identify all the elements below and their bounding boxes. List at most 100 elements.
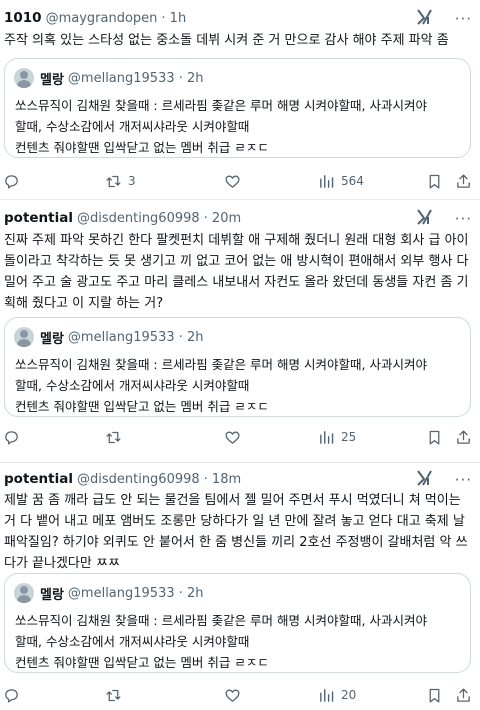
retweet-count: 3 — [128, 174, 136, 188]
quoted-author-handle: @mellang19533 · 2h — [67, 585, 204, 601]
views-icon — [320, 430, 334, 444]
author-name[interactable]: potential — [4, 210, 73, 226]
share-icon — [457, 429, 470, 444]
quoted-author-name: 멜랑 — [40, 587, 64, 603]
grok-icon[interactable] — [416, 469, 434, 487]
reply-button[interactable] — [3, 171, 26, 191]
retweet-icon — [106, 431, 121, 443]
action-bar: 20 — [0, 685, 480, 705]
tweet-text-line: 돌이라고 착각하는 듯 못 생기고 끼 없고 코어 없는 애 방시혁이 편애해서… — [4, 254, 469, 269]
tweet-time[interactable]: · 18m — [204, 472, 241, 487]
tweet-text-line: 제발 꿈 좀 깨라 급도 안 되는 물건을 팀에서 젤 밀어 주면서 푸시 먹였… — [4, 493, 461, 508]
quoted-tweet[interactable]: 멜랑 @mellang19533 · 2h 쏘스뮤직이 김채원 찾을때 : 르세… — [4, 317, 471, 417]
retweet-button[interactable] — [105, 427, 128, 447]
tweet-2[interactable]: potential @disdenting60998 · 20m ··· 진짜 … — [0, 200, 480, 461]
tweet-1[interactable]: 1010 @maygrandopen · 1h ··· 주작 의혹 있는 스타성… — [0, 0, 480, 197]
views-count: 564 — [341, 174, 364, 188]
author-handle[interactable]: @maygrandopen — [46, 11, 158, 26]
quoted-tweet-text: 쏘스뮤직이 김채원 찾을때 : 르세라핌 좆같은 루머 해명 시켜야할때, 사과… — [15, 95, 465, 158]
views-icon — [320, 688, 334, 702]
more-options-icon[interactable]: ··· — [455, 473, 472, 488]
reply-button[interactable] — [3, 427, 26, 447]
retweet-button[interactable]: 3 — [105, 171, 136, 191]
avatar[interactable] — [14, 68, 34, 88]
quoted-tweet-text: 쏘스뮤직이 김채원 찾을때 : 르세라핌 좆같은 루머 해명 시켜야할때, 사과… — [15, 610, 465, 673]
tweet-text-line: 밀어 주고 술 광고도 주고 마리 클레스 내보내서 자컨도 올라 왔던데 동생… — [4, 275, 469, 290]
tweet-header: 1010 @maygrandopen · 1h — [4, 10, 186, 30]
share-icon — [457, 173, 470, 188]
tweet-text-line: 패악질임? 하기야 외퀴도 안 붙어서 한 줌 병신들 끼리 2호선 주정뱅이 … — [4, 535, 468, 550]
views-button[interactable]: 20 — [318, 685, 356, 705]
quoted-text-line: 컨텐츠 줘야할땐 입싹닫고 없는 멤버 취급 ㄹㅈㄷ — [15, 399, 269, 414]
bookmark-button[interactable] — [426, 427, 443, 447]
quoted-tweet[interactable]: 멜랑 @mellang19533 · 2h 쏘스뮤직이 김채원 찾을때 : 르세… — [4, 58, 471, 158]
quoted-tweet[interactable]: 멜랑 @mellang19533 · 2h 쏘스뮤직이 김채원 찾을때 : 르세… — [4, 573, 471, 673]
quoted-author-name: 멜랑 — [40, 331, 64, 347]
more-options-icon[interactable]: ··· — [455, 12, 472, 27]
quoted-tweet-header: 멜랑 @mellang19533 · 2h — [14, 68, 204, 88]
share-button[interactable] — [455, 171, 472, 191]
share-button[interactable] — [455, 427, 472, 447]
share-icon — [457, 687, 470, 702]
tweet-3[interactable]: potential @disdenting60998 · 18m ··· 제발 … — [0, 463, 480, 710]
author-name[interactable]: potential — [4, 471, 73, 487]
reply-button[interactable] — [3, 685, 26, 705]
grok-icon[interactable] — [416, 208, 434, 226]
quoted-author-name: 멜랑 — [40, 72, 64, 88]
quoted-text-line: 쏘스뮤직이 김채원 찾을때 : 르세라핌 좆같은 루머 해명 시켜야할때, 사과… — [15, 357, 427, 372]
tweet-header: potential @disdenting60998 · 20m — [4, 210, 241, 230]
bookmark-button[interactable] — [426, 685, 443, 705]
bookmark-button[interactable] — [426, 171, 443, 191]
tweet-time[interactable]: · 1h — [161, 11, 186, 26]
author-handle[interactable]: @disdenting60998 — [77, 211, 200, 226]
like-button[interactable] — [224, 171, 247, 191]
heart-icon — [225, 689, 240, 702]
quoted-author-handle: @mellang19533 · 2h — [67, 329, 204, 345]
tweet-text-line: 다가 끝나겠다만 ㅉㅉ — [4, 556, 120, 571]
tweet-text-line: 획해 줬다고 이 지랄 하는 거? — [4, 296, 164, 311]
retweet-icon — [106, 689, 121, 701]
tweet-text-line: 거 다 뱉어 내고 메포 앰버도 조롱만 당하다가 일 년 만에 잘려 놓고 얻… — [4, 514, 465, 529]
tweet-time[interactable]: · 20m — [204, 211, 241, 226]
more-options-icon[interactable]: ··· — [455, 212, 472, 227]
reply-icon — [5, 688, 18, 703]
quoted-text-line: 쏘스뮤직이 김채원 찾을때 : 르세라핌 좆같은 루머 해명 시켜야할때, 사과… — [15, 98, 427, 113]
quoted-text-line: 쏘스뮤직이 김채원 찾을때 : 르세라핌 좆같은 루머 해명 시켜야할때, 사과… — [15, 613, 427, 628]
quoted-text-line: 할때, 수상소감에서 개저씨샤라웃 시켜야할때 — [15, 378, 250, 393]
tweet-text-line: 진짜 주제 파악 못하긴 한다 팔켓펀치 데뷔할 애 구제해 줬더니 원래 대형… — [4, 233, 469, 248]
action-bar: 25 — [0, 427, 480, 447]
reply-icon — [5, 174, 18, 189]
author-name[interactable]: 1010 — [4, 10, 42, 26]
share-button[interactable] — [455, 685, 472, 705]
tweet-text: 진짜 주제 파악 못하긴 한다 팔켓펀치 데뷔할 애 구제해 줬더니 원래 대형… — [4, 230, 474, 314]
quoted-tweet-header: 멜랑 @mellang19533 · 2h — [14, 327, 204, 347]
tweet-text: 주작 의혹 있는 스타성 없는 중소돌 데뷔 시켜 준 거 만으로 감사 해야 … — [4, 30, 474, 51]
like-button[interactable] — [224, 685, 247, 705]
retweet-button[interactable] — [105, 685, 128, 705]
quoted-text-line: 컨텐츠 줘야할땐 입싹닫고 없는 멤버 취급 ㄹㅈㄷ — [15, 655, 269, 670]
retweet-icon — [106, 175, 121, 187]
action-bar: 3 564 — [0, 171, 480, 191]
quoted-author-handle: @mellang19533 · 2h — [67, 70, 204, 86]
tweet-header: potential @disdenting60998 · 18m — [4, 471, 241, 491]
tweet-text: 제발 꿈 좀 깨라 급도 안 되는 물건을 팀에서 젤 밀어 주면서 푸시 먹였… — [4, 490, 474, 574]
bookmark-icon — [429, 174, 440, 189]
reply-icon — [5, 430, 18, 445]
quoted-tweet-text: 쏘스뮤직이 김채원 찾을때 : 르세라핌 좆같은 루머 해명 시켜야할때, 사과… — [15, 354, 465, 417]
quoted-text-line: 할때, 수상소감에서 개저씨샤라웃 시켜야할때 — [15, 634, 250, 649]
heart-icon — [225, 431, 240, 444]
bookmark-icon — [429, 688, 440, 703]
heart-icon — [225, 175, 240, 188]
views-button[interactable]: 25 — [318, 427, 356, 447]
quoted-text-line: 컨텐츠 줘야할땐 입싹닫고 없는 멤버 취급 ㄹㅈㄷ — [15, 140, 269, 155]
avatar[interactable] — [14, 583, 34, 603]
views-icon — [320, 174, 334, 188]
quoted-text-line: 할때, 수상소감에서 개저씨샤라웃 시켜야할때 — [15, 119, 250, 134]
views-button[interactable]: 564 — [318, 171, 364, 191]
views-count: 20 — [341, 688, 357, 702]
grok-icon[interactable] — [416, 8, 434, 26]
avatar[interactable] — [14, 327, 34, 347]
author-handle[interactable]: @disdenting60998 — [77, 472, 200, 487]
like-button[interactable] — [224, 427, 247, 447]
bookmark-icon — [429, 430, 440, 445]
